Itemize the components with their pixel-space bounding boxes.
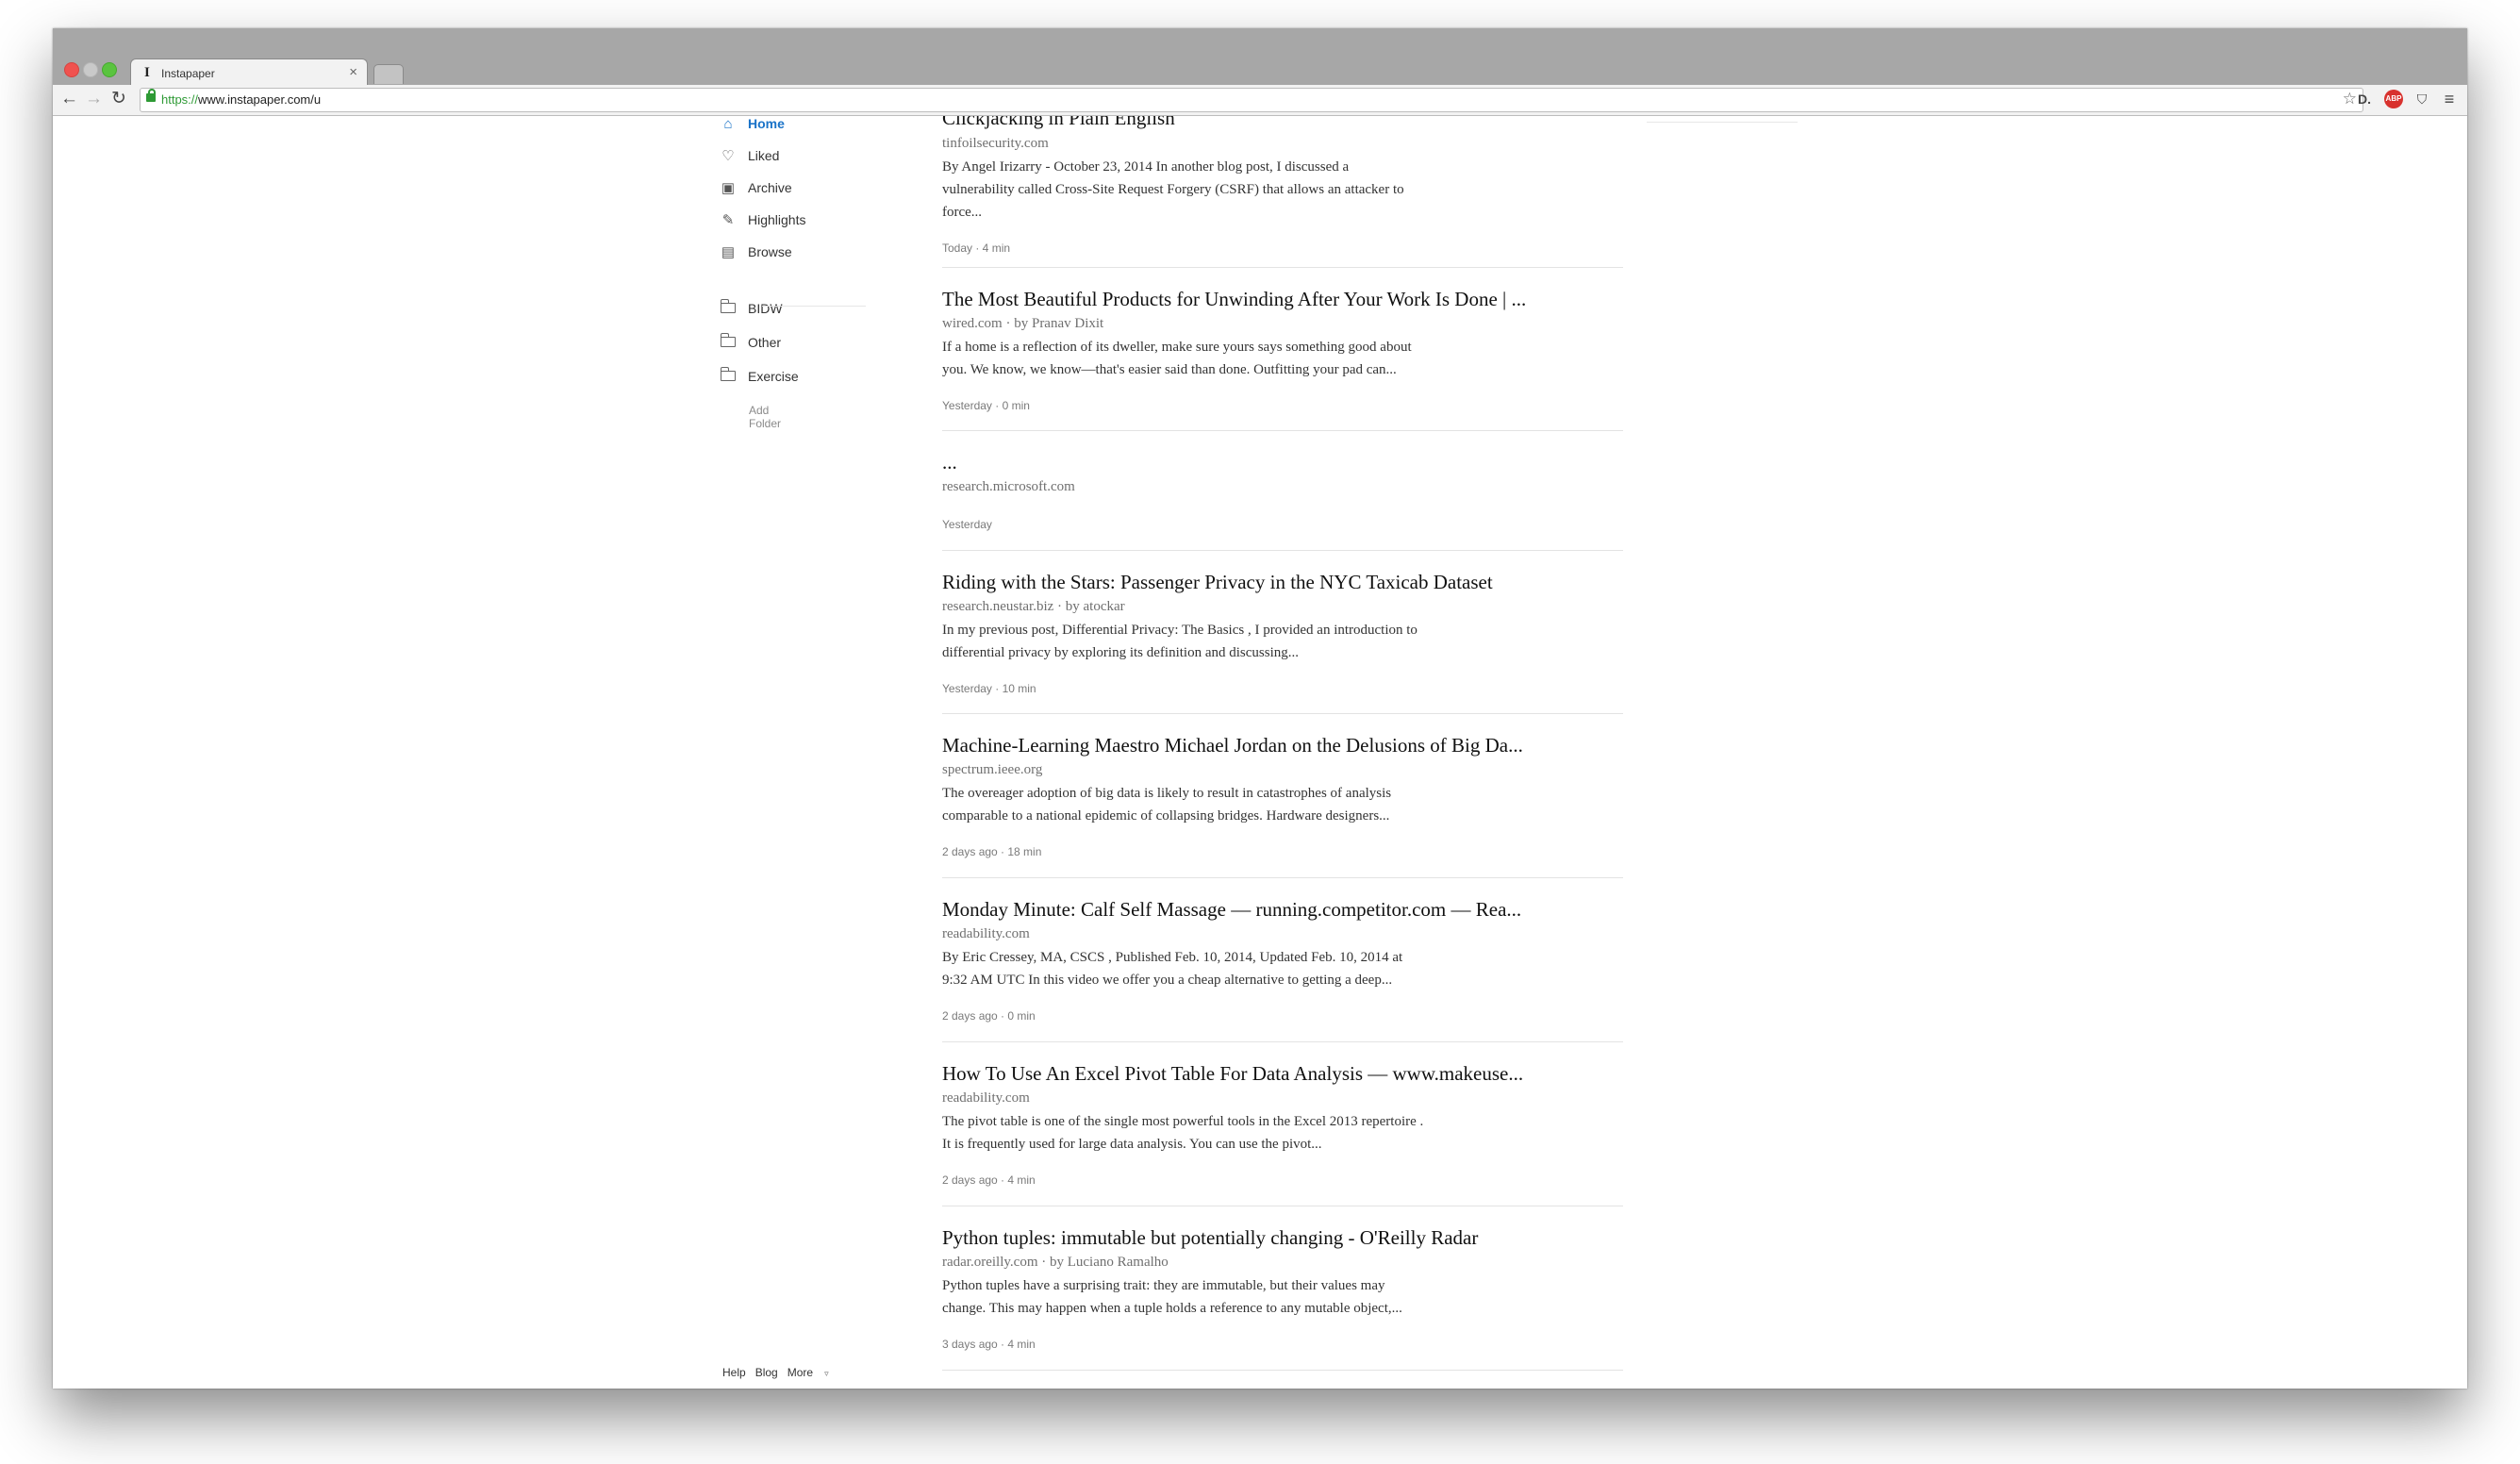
sidebar-item-label: Home bbox=[748, 116, 785, 131]
home-icon: ⌂ bbox=[723, 116, 733, 132]
folder-icon bbox=[720, 299, 736, 313]
sidebar-footer: Help Blog More ▿ bbox=[722, 1366, 848, 1379]
browser-window: I Instapaper × ← → ↻ https://www.instapa… bbox=[53, 28, 2467, 1389]
menu-icon[interactable]: ≡ bbox=[2439, 90, 2460, 108]
list-item[interactable]: Monday Minute: Calf Self Massage — runni… bbox=[942, 877, 1623, 1042]
article-excerpt: Python tuples have a surprising trait: t… bbox=[942, 1278, 1402, 1316]
article-title[interactable]: Monday Minute: Calf Self Massage — runni… bbox=[942, 898, 1521, 922]
add-folder-link[interactable]: Add Folder bbox=[749, 404, 781, 430]
page-viewport: ⌂ Home ♡ Liked ▣ Archive ✎ Highlights ▤ … bbox=[53, 116, 2467, 1389]
pocket-extension-icon[interactable]: ⛉ bbox=[2412, 90, 2431, 108]
article-title[interactable]: Python tuples: immutable but potentially… bbox=[942, 1226, 1478, 1250]
more-menu[interactable]: More ▿ bbox=[788, 1366, 838, 1379]
minimize-window-button[interactable] bbox=[83, 62, 98, 77]
sidebar-item-label: Archive bbox=[748, 180, 792, 195]
article-excerpt: By Eric Cressey, MA, CSCS , Published Fe… bbox=[942, 950, 1403, 988]
article-source: wired.com · by Pranav Dixit bbox=[942, 316, 1104, 331]
close-window-button[interactable] bbox=[64, 62, 79, 77]
browser-toolbar: ← → ↻ https://www.instapaper.com/u ☆ D. … bbox=[53, 85, 2467, 116]
tab-close-icon[interactable]: × bbox=[349, 64, 357, 80]
list-item[interactable]: Machine-Learning Maestro Michael Jordan … bbox=[942, 713, 1623, 878]
sidebar-item-label: Browse bbox=[748, 244, 792, 259]
list-item[interactable]: The Most Beautiful Products for Unwindin… bbox=[942, 267, 1623, 431]
lock-icon bbox=[146, 89, 156, 102]
back-arrow-icon[interactable]: ← bbox=[60, 90, 78, 108]
address-bar[interactable]: https://www.instapaper.com/u ☆ bbox=[140, 88, 2363, 112]
list-item[interactable]: ... research.microsoft.com Yesterday bbox=[942, 430, 1623, 551]
article-source: spectrum.ieee.org bbox=[942, 762, 1043, 777]
browse-icon: ▤ bbox=[721, 244, 736, 260]
list-item[interactable]: Riding with the Stars: Passenger Privacy… bbox=[942, 550, 1623, 714]
article-title[interactable]: How To Use An Excel Pivot Table For Data… bbox=[942, 1062, 1523, 1086]
readability-extension-icon[interactable]: D. bbox=[2354, 90, 2375, 108]
title-bar: I Instapaper × bbox=[53, 28, 2467, 86]
folder-icon bbox=[720, 367, 736, 381]
article-date: 2 days ago · 18 min bbox=[942, 845, 1042, 858]
list-item[interactable]: Python tuples: immutable but potentially… bbox=[942, 1206, 1623, 1371]
article-date: 2 days ago · 4 min bbox=[942, 1173, 1036, 1187]
article-excerpt: The overeager adoption of big data is li… bbox=[942, 786, 1392, 824]
sidebar-item-label: Exercise bbox=[748, 369, 799, 384]
article-date: 3 days ago · 4 min bbox=[942, 1338, 1036, 1351]
sidebar-item-label: Other bbox=[748, 335, 782, 350]
article-excerpt: If a home is a reflection of its dweller… bbox=[942, 340, 1412, 377]
article-excerpt: The pivot table is one of the single mos… bbox=[942, 1114, 1424, 1152]
article-source: radar.oreilly.com · by Luciano Ramalho bbox=[942, 1255, 1169, 1270]
forward-arrow-icon[interactable]: → bbox=[85, 90, 103, 108]
article-date: 2 days ago · 0 min bbox=[942, 1009, 1036, 1023]
article-source: research.neustar.biz · by atockar bbox=[942, 599, 1125, 614]
article-source: readability.com bbox=[942, 926, 1030, 941]
archive-icon: ▣ bbox=[721, 180, 736, 196]
new-tab-button[interactable] bbox=[373, 64, 404, 84]
maximize-window-button[interactable] bbox=[102, 62, 117, 77]
pencil-icon: ✎ bbox=[721, 212, 735, 228]
article-source: readability.com bbox=[942, 1090, 1030, 1106]
article-title[interactable]: Machine-Learning Maestro Michael Jordan … bbox=[942, 734, 1523, 757]
folder-icon bbox=[720, 333, 736, 347]
reload-icon[interactable]: ↻ bbox=[111, 90, 126, 108]
sidebar-item-label: Highlights bbox=[748, 212, 806, 227]
article-source: research.microsoft.com bbox=[942, 479, 1075, 494]
list-item[interactable]: How To Use An Excel Pivot Table For Data… bbox=[942, 1041, 1623, 1206]
article-excerpt: By Angel Irizarry - October 23, 2014 In … bbox=[942, 159, 1404, 220]
article-title[interactable]: ... bbox=[942, 451, 957, 474]
article-title[interactable]: The Most Beautiful Products for Unwindin… bbox=[942, 288, 1526, 311]
article-date: Yesterday · 0 min bbox=[942, 399, 1030, 412]
article-title[interactable]: Clickjacking in Plain English bbox=[942, 116, 1175, 130]
article-title[interactable]: Riding with the Stars: Passenger Privacy… bbox=[942, 571, 1493, 594]
sidebar-item-label: Liked bbox=[748, 148, 780, 163]
tab-title: Instapaper bbox=[161, 67, 215, 80]
url-text: https://www.instapaper.com/u bbox=[161, 92, 322, 107]
article-date: Yesterday bbox=[942, 518, 992, 531]
article-source: tinfoilsecurity.com bbox=[942, 136, 1049, 151]
tab-instapaper[interactable]: I Instapaper × bbox=[130, 58, 368, 86]
article-date: Today · 4 min bbox=[942, 241, 1011, 255]
chevron-down-icon: ▿ bbox=[824, 1369, 829, 1378]
sidebar: ⌂ Home ♡ Liked ▣ Archive ✎ Highlights ▤ … bbox=[53, 116, 866, 1389]
sidebar-item-label: BIDW bbox=[748, 301, 783, 316]
list-item[interactable]: Clickjacking in Plain English tinfoilsec… bbox=[942, 116, 1623, 268]
article-excerpt: In my previous post, Differential Privac… bbox=[942, 623, 1418, 660]
sidebar-divider bbox=[762, 306, 866, 307]
instapaper-favicon-icon: I bbox=[144, 65, 150, 80]
right-column-rule bbox=[1647, 122, 1798, 123]
adblock-extension-icon[interactable]: ABP bbox=[2384, 90, 2403, 108]
article-date: Yesterday · 10 min bbox=[942, 682, 1036, 695]
blog-link[interactable]: Blog bbox=[755, 1366, 778, 1379]
heart-icon: ♡ bbox=[721, 148, 735, 164]
help-link[interactable]: Help bbox=[722, 1366, 746, 1379]
